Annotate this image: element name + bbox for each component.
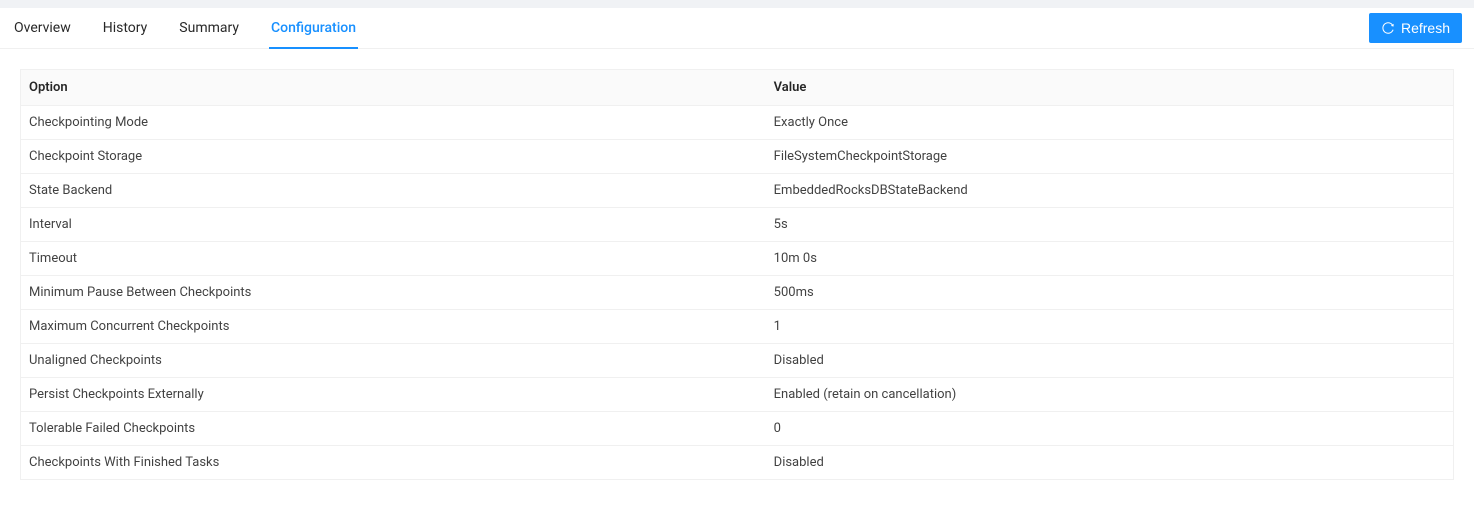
config-value: Enabled (retain on cancellation) — [766, 378, 1454, 412]
refresh-label: Refresh — [1401, 17, 1450, 39]
table-row: Minimum Pause Between Checkpoints500ms — [21, 276, 1454, 310]
refresh-icon — [1381, 21, 1395, 35]
config-value: Disabled — [766, 344, 1454, 378]
table-row: Tolerable Failed Checkpoints0 — [21, 412, 1454, 446]
config-option: Maximum Concurrent Checkpoints — [21, 310, 766, 344]
config-option: Checkpointing Mode — [21, 106, 766, 140]
table-row: Checkpointing ModeExactly Once — [21, 106, 1454, 140]
config-option: Tolerable Failed Checkpoints — [21, 412, 766, 446]
table-row: Unaligned CheckpointsDisabled — [21, 344, 1454, 378]
table-row: Timeout10m 0s — [21, 242, 1454, 276]
table-row: Maximum Concurrent Checkpoints1 — [21, 310, 1454, 344]
table-row: Interval5s — [21, 208, 1454, 242]
config-value: 5s — [766, 208, 1454, 242]
config-option: Persist Checkpoints Externally — [21, 378, 766, 412]
config-value: FileSystemCheckpointStorage — [766, 140, 1454, 174]
config-option: Checkpoint Storage — [21, 140, 766, 174]
config-value: 1 — [766, 310, 1454, 344]
refresh-button[interactable]: Refresh — [1369, 13, 1462, 43]
config-table: Option Value Checkpointing ModeExactly O… — [20, 69, 1454, 480]
table-header-value: Value — [766, 70, 1454, 106]
table-header-option: Option — [21, 70, 766, 106]
config-value: 500ms — [766, 276, 1454, 310]
table-row: Checkpoints With Finished TasksDisabled — [21, 446, 1454, 480]
table-row: State BackendEmbeddedRocksDBStateBackend — [21, 174, 1454, 208]
config-value: Disabled — [766, 446, 1454, 480]
table-row: Checkpoint StorageFileSystemCheckpointSt… — [21, 140, 1454, 174]
tab-configuration[interactable]: Configuration — [269, 8, 358, 49]
config-option: Interval — [21, 208, 766, 242]
config-value: 10m 0s — [766, 242, 1454, 276]
config-option: Unaligned Checkpoints — [21, 344, 766, 378]
table-row: Persist Checkpoints ExternallyEnabled (r… — [21, 378, 1454, 412]
config-value: 0 — [766, 412, 1454, 446]
config-value: EmbeddedRocksDBStateBackend — [766, 174, 1454, 208]
config-option: Timeout — [21, 242, 766, 276]
config-option: Checkpoints With Finished Tasks — [21, 446, 766, 480]
tab-overview[interactable]: Overview — [12, 8, 73, 49]
config-option: Minimum Pause Between Checkpoints — [21, 276, 766, 310]
tab-history[interactable]: History — [101, 8, 150, 49]
config-value: Exactly Once — [766, 106, 1454, 140]
tabs-bar: Overview History Summary Configuration Refr… — [0, 8, 1474, 49]
config-option: State Backend — [21, 174, 766, 208]
tab-summary[interactable]: Summary — [177, 8, 241, 49]
